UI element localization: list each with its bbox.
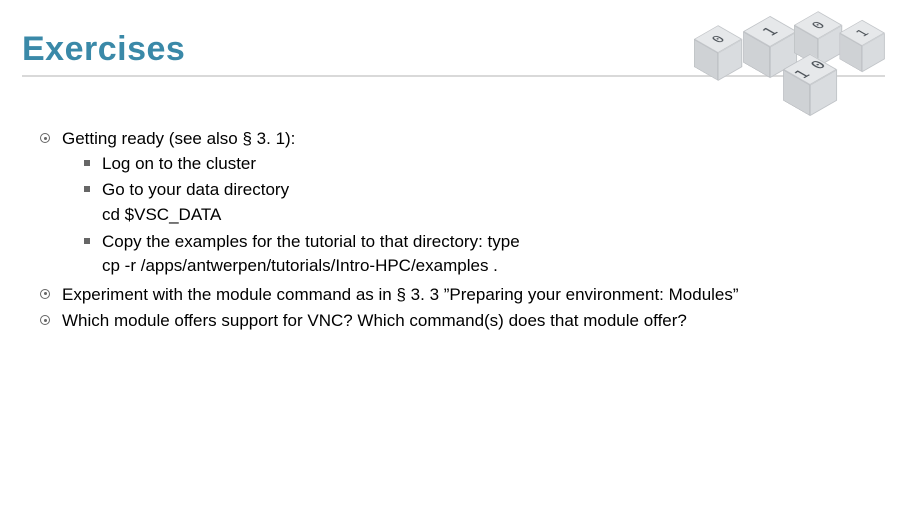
list-item: Which module offers support for VNC? Whi… bbox=[40, 309, 885, 334]
sublist-item-text: Log on to the cluster bbox=[102, 154, 256, 173]
title-underline bbox=[22, 75, 885, 77]
list-item-text: Which module offers support for VNC? Whi… bbox=[62, 311, 687, 330]
content: Getting ready (see also § 3. 1): Log on … bbox=[22, 127, 885, 334]
square-bullet-icon bbox=[84, 160, 90, 166]
code-line: cd $VSC_DATA bbox=[102, 203, 885, 228]
sublist-item: Copy the examples for the tutorial to th… bbox=[84, 230, 885, 279]
bullet-icon bbox=[40, 133, 50, 143]
square-bullet-icon bbox=[84, 186, 90, 192]
sublist-item: Log on to the cluster bbox=[84, 152, 885, 177]
list-item: Experiment with the module command as in… bbox=[40, 283, 885, 308]
list-item-text: Experiment with the module command as in… bbox=[62, 285, 739, 304]
sublist-item-text: Go to your data directory bbox=[102, 180, 289, 199]
slide-title: Exercises bbox=[22, 30, 885, 69]
sublist-item: Go to your data directory cd $VSC_DATA bbox=[84, 178, 885, 227]
list-item-text: Getting ready (see also § 3. 1): bbox=[62, 129, 295, 148]
list-item: Getting ready (see also § 3. 1): Log on … bbox=[40, 127, 885, 281]
bullet-icon bbox=[40, 315, 50, 325]
code-line: cp -r /apps/antwerpen/tutorials/Intro-HP… bbox=[102, 254, 885, 279]
sublist-item-text: Copy the examples for the tutorial to th… bbox=[102, 232, 520, 251]
slide: 0 1 0 1 1 0 Exercises Getting ready (see… bbox=[0, 0, 907, 510]
bullet-icon bbox=[40, 289, 50, 299]
square-bullet-icon bbox=[84, 238, 90, 244]
